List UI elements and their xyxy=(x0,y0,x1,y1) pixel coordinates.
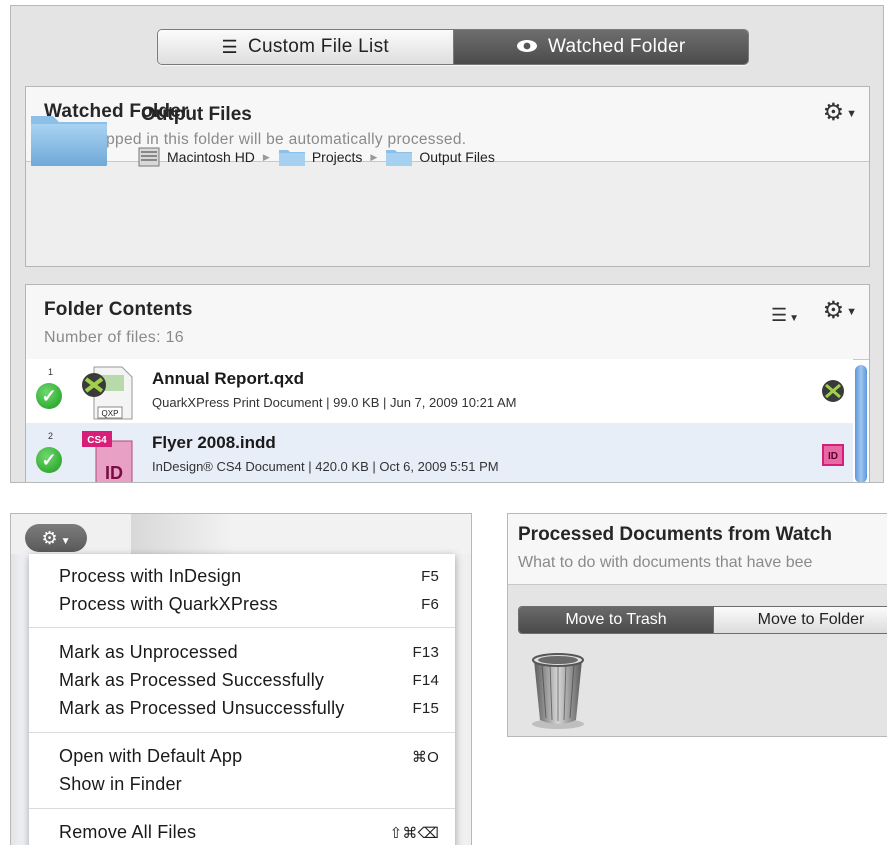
file-meta: QuarkXPress Print Document | 99.0 KB | J… xyxy=(152,395,517,410)
folder-contents-gear-menu[interactable]: ⚙ ▼ xyxy=(823,299,857,324)
list-icon: ☰ xyxy=(221,36,238,57)
checkmark-icon: ✓ xyxy=(36,383,62,409)
quarkxpress-app-icon[interactable] xyxy=(821,379,845,403)
chevron-down-icon: ▼ xyxy=(846,107,857,120)
path-item-macintosh-hd[interactable]: Macintosh HD xyxy=(137,146,255,168)
menu-separator xyxy=(29,732,455,733)
menu-item-mark-unsuccess[interactable]: Mark as Processed Unsuccessfully F15 xyxy=(59,696,439,722)
menu-item-remove-all-files[interactable]: Remove All Files ⇧⌘⌫ xyxy=(59,820,439,845)
row-index: 2 xyxy=(48,431,54,441)
folder-icon xyxy=(278,150,305,166)
menu-item-process-indesign[interactable]: Process with InDesign F5 xyxy=(59,564,439,590)
menu-item-show-in-finder[interactable]: Show in Finder xyxy=(59,772,439,798)
menu-item-shortcut: ⌘O xyxy=(411,749,439,766)
menu-item-mark-unprocessed[interactable]: Mark as Unprocessed F13 xyxy=(59,640,439,666)
menu-item-mark-success[interactable]: Mark as Processed Successfully F14 xyxy=(59,668,439,694)
sort-menu[interactable]: ☰ ▼ xyxy=(771,305,799,326)
menu-separator xyxy=(29,808,455,809)
path-label: Output Files xyxy=(419,149,495,165)
folder-contents-title: Folder Contents xyxy=(44,299,193,320)
path-separator-icon: ▶ xyxy=(262,151,270,162)
menu-item-label: Mark as Processed Unsuccessfully xyxy=(59,698,345,718)
path-separator-icon: ▶ xyxy=(370,151,378,162)
gear-menu-button[interactable]: ⚙ ▼ xyxy=(25,524,87,552)
menu-item-label: Show in Finder xyxy=(59,774,182,794)
row-index: 1 xyxy=(48,367,54,377)
menu-item-shortcut: F15 xyxy=(412,700,439,717)
path-control[interactable]: Macintosh HD ▶ Projects ▶ Output Files xyxy=(137,146,503,168)
processed-documents-section: Processed Documents from Watch What to d… xyxy=(507,513,887,737)
folder-contents-header: Folder Contents Number of files: 16 ☰ ▼ ⚙… xyxy=(26,285,869,360)
trash-can-icon xyxy=(532,653,584,729)
indesign-document-icon: CS4 ID xyxy=(82,431,133,483)
quark-document-icon: QXP xyxy=(82,366,133,420)
scrollbar[interactable] xyxy=(855,365,867,482)
doc-type-label: QXP xyxy=(102,409,119,418)
chevron-down-icon: ▼ xyxy=(789,313,799,324)
processed-header: Processed Documents from Watch What to d… xyxy=(508,514,887,585)
path-item-projects[interactable]: Projects xyxy=(278,147,363,167)
doc-type-label: ID xyxy=(105,463,123,483)
watched-folder-window: ☰ Custom File List Watched Folder Watche… xyxy=(10,5,884,483)
processed-title: Processed Documents from Watch xyxy=(518,524,832,545)
processed-action-switcher: Move to Trash Move to Folder xyxy=(518,606,887,634)
folder-icon xyxy=(386,150,413,166)
watched-folder-label: Watched Folder xyxy=(547,36,686,57)
menu-item-shortcut: F5 xyxy=(421,568,439,585)
watched-folder-gear-menu[interactable]: ⚙ ▼ xyxy=(823,101,857,126)
menu-item-shortcut: ⇧⌘⌫ xyxy=(389,825,439,842)
menu-item-label: Remove All Files xyxy=(59,822,197,842)
menu-item-shortcut: F14 xyxy=(412,672,439,689)
table-row[interactable]: 2 ✓ CS4 ID Flyer 2008.indd InDesign® CS4… xyxy=(26,423,853,483)
move-to-folder-button[interactable]: Move to Folder xyxy=(713,607,887,633)
column-header xyxy=(131,514,471,554)
path-item-output-files[interactable]: Output Files xyxy=(385,147,495,167)
menu-item-shortcut: F13 xyxy=(412,644,439,661)
path-label: Macintosh HD xyxy=(167,149,255,165)
folder-contents-section: Folder Contents Number of files: 16 ☰ ▼ ⚙… xyxy=(25,284,870,483)
indesign-app-icon[interactable]: ID xyxy=(821,443,845,467)
menu-item-label: Process with InDesign xyxy=(59,566,242,586)
path-label: Projects xyxy=(311,149,363,165)
table-row[interactable]: 1 ✓ QXP Annual Report.qxd QuarkXPress Pr… xyxy=(26,359,853,423)
file-name: Annual Report.qxd xyxy=(152,369,305,388)
menu-item-label: Open with Default App xyxy=(59,746,243,766)
hard-drive-icon xyxy=(138,147,160,167)
eye-icon xyxy=(516,37,538,58)
view-switcher: ☰ Custom File List Watched Folder xyxy=(157,29,749,65)
menu-item-label: Mark as Processed Successfully xyxy=(59,670,325,690)
gear-icon: ⚙ xyxy=(41,528,58,548)
gear-icon: ⚙ xyxy=(822,99,845,126)
watched-folder-tab[interactable]: Watched Folder xyxy=(453,30,748,64)
folder-icon[interactable] xyxy=(29,108,109,168)
file-name: Flyer 2008.indd xyxy=(152,433,276,452)
chevron-down-icon: ▼ xyxy=(60,536,71,547)
folder-name: Output Files xyxy=(141,104,252,125)
context-menu: Process with InDesign F5 Process with Qua… xyxy=(29,554,455,845)
sort-icon: ☰ xyxy=(770,305,788,325)
menu-item-process-quarkxpress[interactable]: Process with QuarkXPress F6 xyxy=(59,592,439,618)
file-meta: InDesign® CS4 Document | 420.0 KB | Oct … xyxy=(152,459,499,474)
menu-item-shortcut: F6 xyxy=(421,596,439,613)
menu-item-label: Process with QuarkXPress xyxy=(59,594,278,614)
chevron-down-icon: ▼ xyxy=(846,305,857,318)
checkmark-icon: ✓ xyxy=(36,447,62,473)
move-to-trash-button[interactable]: Move to Trash xyxy=(519,607,713,633)
menu-item-open-default-app[interactable]: Open with Default App ⌘O xyxy=(59,744,439,770)
gear-menu-panel: ⚙ ▼ Process with InDesign F5 Process with … xyxy=(10,513,472,845)
custom-file-list-tab[interactable]: ☰ Custom File List xyxy=(158,30,454,64)
processed-subtitle: What to do with documents that have bee xyxy=(518,554,813,571)
file-count: Number of files: 16 xyxy=(44,329,184,346)
menu-item-label: Mark as Unprocessed xyxy=(59,642,238,662)
gear-icon: ⚙ xyxy=(822,297,845,324)
version-badge-label: CS4 xyxy=(87,435,107,446)
app-badge-label: ID xyxy=(828,451,838,462)
list-background xyxy=(11,554,29,845)
custom-file-list-label: Custom File List xyxy=(247,36,389,57)
menu-separator xyxy=(29,627,455,628)
